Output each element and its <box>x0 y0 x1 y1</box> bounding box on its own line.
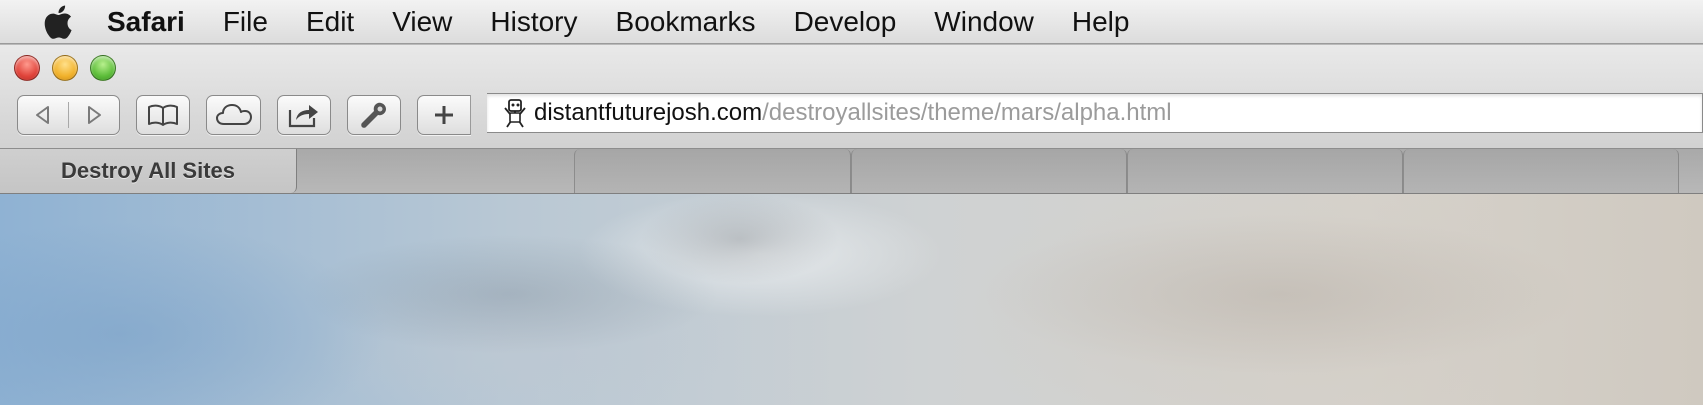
menu-bookmarks[interactable]: Bookmarks <box>597 0 775 44</box>
menu-file[interactable]: File <box>204 0 287 44</box>
menu-develop[interactable]: Develop <box>775 0 916 44</box>
robot-favicon-icon <box>497 96 531 130</box>
share-button[interactable] <box>277 95 331 135</box>
tab-empty-4[interactable] <box>1403 149 1679 193</box>
address-bar[interactable]: distantfuturejosh.com/destroyallsites/th… <box>487 93 1703 133</box>
close-window-button[interactable] <box>14 55 40 81</box>
icloud-tabs-button[interactable] <box>206 95 261 135</box>
window-controls <box>14 55 116 81</box>
page-content-mars-terrain <box>0 194 1703 405</box>
menu-view[interactable]: View <box>373 0 471 44</box>
back-forward-button <box>17 95 120 135</box>
cloud-icon <box>215 104 252 125</box>
menu-history[interactable]: History <box>471 0 596 44</box>
share-icon <box>288 105 318 128</box>
open-book-icon <box>148 104 178 126</box>
web-inspector-button[interactable] <box>347 95 401 135</box>
menu-app-name[interactable]: Safari <box>88 0 204 44</box>
menu-edit[interactable]: Edit <box>287 0 373 44</box>
back-arrow-icon <box>36 106 49 124</box>
tab-empty-3[interactable] <box>1127 149 1403 193</box>
toolbar <box>17 93 471 137</box>
terrain-shadow <box>300 234 720 354</box>
menu-window[interactable]: Window <box>915 0 1053 44</box>
back-button[interactable] <box>18 96 68 134</box>
apple-menu-icon[interactable] <box>36 0 80 44</box>
menu-bar: Safari File Edit View History Bookmarks … <box>0 0 1703 44</box>
tab-label: Destroy All Sites <box>60 158 236 183</box>
new-tab-button[interactable] <box>417 95 471 135</box>
menu-help[interactable]: Help <box>1053 0 1149 44</box>
minimize-window-button[interactable] <box>52 55 78 81</box>
tab-empty-1[interactable] <box>574 149 851 193</box>
tab-destroy-all-sites[interactable]: Destroy All Sites <box>0 149 297 193</box>
forward-button[interactable] <box>69 96 119 134</box>
url-path-text: /destroyallsites/theme/mars/alpha.html <box>762 99 1172 126</box>
wrench-icon <box>361 102 386 128</box>
terrain-slope <box>980 214 1580 374</box>
tab-bar: Destroy All Sites <box>0 148 1703 194</box>
url-host-text: distantfuturejosh.com <box>534 99 763 126</box>
zoom-window-button[interactable] <box>90 55 116 81</box>
plus-icon <box>435 106 453 124</box>
forward-arrow-icon <box>88 106 101 124</box>
tab-empty-2[interactable] <box>851 149 1127 193</box>
show-bookmarks-button[interactable] <box>136 95 190 135</box>
